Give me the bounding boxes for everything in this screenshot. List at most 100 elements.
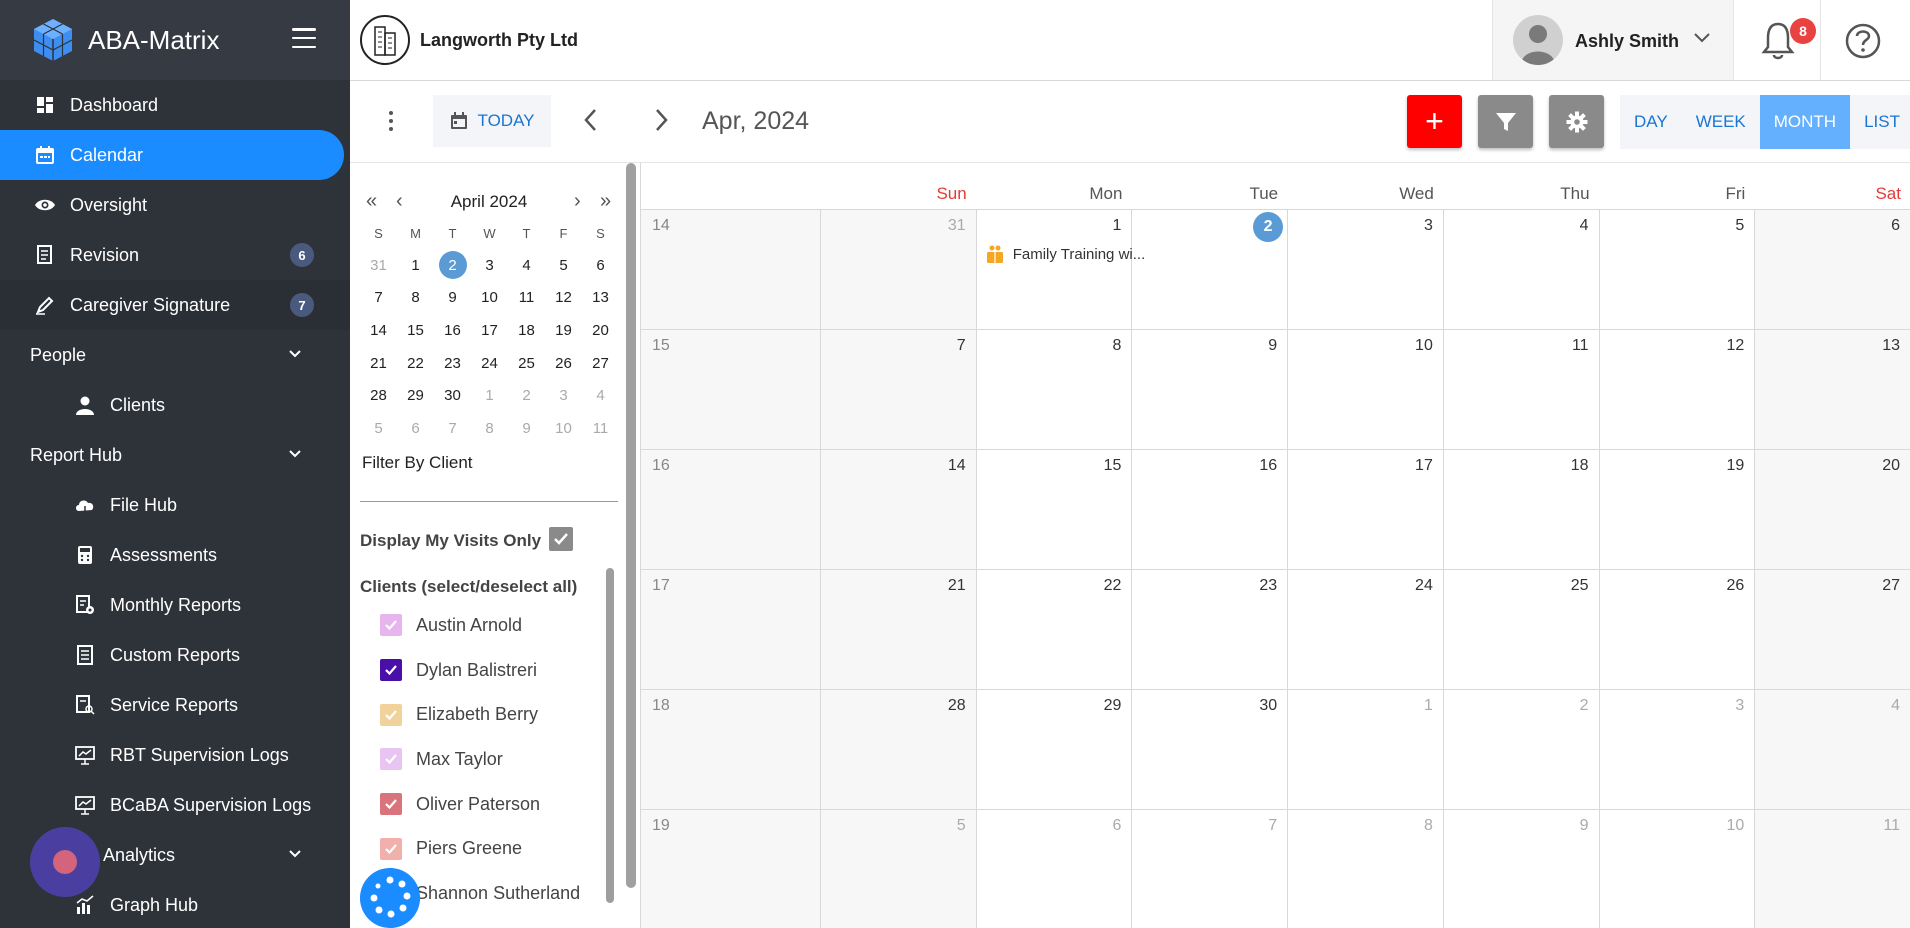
calendar-day-cell[interactable]: 30 xyxy=(1132,690,1289,810)
client-checkbox[interactable] xyxy=(380,793,402,816)
day-number[interactable]: 5 xyxy=(1735,217,1744,235)
floating-assistant-button[interactable] xyxy=(30,827,100,897)
mini-calendar-day[interactable]: 1 xyxy=(471,379,508,412)
mini-calendar-day[interactable]: 7 xyxy=(360,282,397,315)
calendar-day-cell[interactable]: 28 xyxy=(821,690,977,810)
calendar-day-cell[interactable]: 5 xyxy=(821,810,977,928)
today-button[interactable]: TODAY xyxy=(433,95,551,147)
client-list-scrollbar[interactable] xyxy=(606,568,614,903)
day-number[interactable]: 27 xyxy=(1882,577,1900,595)
day-number[interactable]: 11 xyxy=(1883,817,1900,835)
calendar-day-cell[interactable]: 21 xyxy=(821,570,977,690)
day-number[interactable]: 31 xyxy=(948,217,966,235)
day-number[interactable]: 9 xyxy=(1268,337,1277,355)
day-number[interactable]: 10 xyxy=(1726,817,1744,835)
mini-calendar-day[interactable]: 6 xyxy=(397,412,434,445)
sidebar-item-clients[interactable]: Clients xyxy=(0,380,350,430)
calendar-day-cell[interactable]: 26 xyxy=(1600,570,1756,690)
calendar-day-cell[interactable]: 7 xyxy=(821,330,977,450)
day-number[interactable]: 29 xyxy=(1104,697,1122,715)
day-number[interactable]: 10 xyxy=(1415,337,1433,355)
mini-calendar-day[interactable]: 17 xyxy=(471,314,508,347)
sidebar-item-file-hub[interactable]: File Hub xyxy=(0,480,350,530)
view-list-button[interactable]: LIST xyxy=(1850,95,1910,149)
mini-calendar-day[interactable]: 15 xyxy=(397,314,434,347)
settings-button[interactable] xyxy=(1549,95,1604,148)
calendar-day-cell[interactable]: 1 Family Training wi... xyxy=(977,210,1145,330)
day-number[interactable]: 25 xyxy=(1571,577,1589,595)
mini-calendar-day[interactable]: 9 xyxy=(434,282,471,315)
day-number[interactable]: 13 xyxy=(1882,337,1900,355)
calendar-day-cell[interactable]: 10 xyxy=(1600,810,1756,928)
mini-calendar-day[interactable]: 12 xyxy=(545,282,582,315)
calendar-day-cell[interactable]: 13 xyxy=(1755,330,1910,450)
day-number[interactable]: 1 xyxy=(1424,697,1433,715)
day-number[interactable]: 9 xyxy=(1580,817,1589,835)
calendar-day-cell[interactable]: 14 xyxy=(821,450,977,570)
mini-calendar-day[interactable]: 2 xyxy=(508,379,545,412)
client-filter-item[interactable]: Elizabeth Berry xyxy=(380,692,600,737)
calendar-day-cell[interactable]: 20 xyxy=(1755,450,1910,570)
clients-select-all[interactable]: Clients (select/deselect all) xyxy=(360,577,577,597)
calendar-day-cell[interactable]: 23 xyxy=(1132,570,1289,690)
day-number[interactable]: 8 xyxy=(1113,337,1122,355)
sidebar-section-report-hub[interactable]: Report Hub xyxy=(0,430,350,480)
calendar-day-cell[interactable]: 7 xyxy=(1132,810,1289,928)
day-number[interactable]: 21 xyxy=(948,577,966,595)
calendar-day-cell[interactable]: 9 xyxy=(1444,810,1600,928)
mini-calendar-day[interactable]: 4 xyxy=(508,249,545,282)
day-number[interactable]: 28 xyxy=(948,697,966,715)
calendar-day-cell[interactable]: 22 xyxy=(977,570,1133,690)
client-checkbox[interactable] xyxy=(380,748,402,771)
client-filter-item[interactable]: Piers Greene xyxy=(380,826,600,871)
client-checkbox[interactable] xyxy=(380,659,402,682)
day-number[interactable]: 8 xyxy=(1424,817,1433,835)
calendar-day-cell[interactable]: 4 xyxy=(1755,690,1910,810)
day-number[interactable]: 5 xyxy=(957,817,966,835)
client-filter-item[interactable]: Oliver Paterson xyxy=(380,782,600,827)
day-number[interactable]: 14 xyxy=(948,457,966,475)
calendar-day-cell[interactable]: 15 xyxy=(977,450,1133,570)
calendar-day-cell[interactable]: 29 xyxy=(977,690,1133,810)
mini-calendar-day[interactable]: 8 xyxy=(397,282,434,315)
calendar-day-cell[interactable]: 8 xyxy=(977,330,1133,450)
day-number[interactable]: 16 xyxy=(1259,457,1277,475)
double-chevron-right-icon[interactable]: » xyxy=(600,190,611,213)
view-week-button[interactable]: WEEK xyxy=(1682,95,1760,149)
calendar-day-cell[interactable]: 1 xyxy=(1288,690,1444,810)
view-day-button[interactable]: DAY xyxy=(1620,95,1682,149)
mini-calendar-day[interactable]: 4 xyxy=(582,379,619,412)
calendar-day-cell[interactable]: 27 xyxy=(1755,570,1910,690)
mini-calendar-day[interactable]: 6 xyxy=(582,249,619,282)
calendar-day-cell[interactable]: 31 xyxy=(821,210,977,330)
chevron-right-icon[interactable] xyxy=(652,107,670,133)
day-number[interactable]: 15 xyxy=(1104,457,1122,475)
sidebar-item-rbt-supervision-logs[interactable]: RBT Supervision Logs xyxy=(0,730,350,780)
mini-calendar-day[interactable]: 29 xyxy=(397,379,434,412)
filter-input-underline[interactable] xyxy=(360,501,618,502)
day-number[interactable]: 3 xyxy=(1424,217,1433,235)
mini-calendar-day[interactable]: 2 xyxy=(434,249,471,282)
client-checkbox[interactable] xyxy=(380,614,402,637)
client-checkbox[interactable] xyxy=(380,837,402,860)
day-number[interactable]: 3 xyxy=(1735,697,1744,715)
chevron-right-icon[interactable]: › xyxy=(574,190,581,213)
mini-calendar-day[interactable]: 26 xyxy=(545,347,582,380)
mini-calendar-day[interactable]: 31 xyxy=(360,249,397,282)
display-my-visits-checkbox[interactable] xyxy=(549,527,573,551)
day-number[interactable]: 4 xyxy=(1891,697,1900,715)
mini-calendar-day[interactable]: 5 xyxy=(360,412,397,445)
sidebar-item-custom-reports[interactable]: Custom Reports xyxy=(0,630,350,680)
calendar-day-cell[interactable]: 8 xyxy=(1288,810,1444,928)
mini-calendar-day[interactable]: 21 xyxy=(360,347,397,380)
day-number[interactable]: 2 xyxy=(1580,697,1589,715)
client-filter-item[interactable]: Dylan Balistreri xyxy=(380,648,600,693)
calendar-day-cell[interactable]: 2 xyxy=(1444,690,1600,810)
calendar-day-cell[interactable]: 12 xyxy=(1600,330,1756,450)
help-icon[interactable] xyxy=(1844,22,1882,60)
sidebar-section-people[interactable]: People xyxy=(0,330,350,380)
calendar-day-cell[interactable]: 19 xyxy=(1600,450,1756,570)
sidebar-item-calendar[interactable]: Calendar xyxy=(0,130,344,180)
day-number[interactable]: 18 xyxy=(1571,457,1589,475)
mini-calendar-day[interactable]: 27 xyxy=(582,347,619,380)
